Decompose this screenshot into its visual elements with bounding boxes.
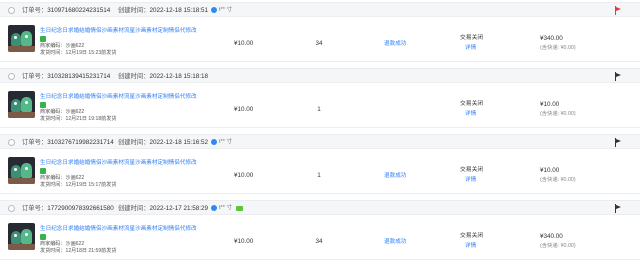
trade-status: 交易关闭 (460, 233, 484, 239)
trade-status: 交易关闭 (460, 101, 484, 107)
tag-icon (40, 234, 46, 240)
order-body: 生日纪念日求婚结婚情侣沙画素材流星沙画素材定制情侣代修改 商家编码：沙画622 … (0, 17, 640, 62)
buyer-icon (211, 205, 217, 211)
order-number: 订单号：3103281394152317​14 (22, 73, 111, 80)
buyer-name[interactable]: t** 寸 (219, 139, 232, 146)
merchant-code: 商家编码：沙画622 (40, 43, 85, 49)
select-checkbox[interactable] (8, 139, 15, 146)
ship-time: 发货时间：12月18日 21:59前发货 (40, 248, 117, 254)
tag-icon (40, 168, 46, 174)
detail-link[interactable]: 详情 (465, 177, 476, 183)
trade-status: 交易关闭 (460, 35, 484, 41)
order-number: 订单号：1772900978392661580 (22, 205, 114, 212)
created-time: 创建时间：2022-12-18 15:16:52 (118, 139, 208, 146)
product-thumbnail[interactable] (8, 157, 35, 184)
order-header: 订单号：3103281394152317​14 创建时间：2022-12-18 … (0, 68, 640, 83)
flag-icon[interactable] (614, 72, 622, 81)
quantity: 1 (317, 172, 321, 179)
select-checkbox[interactable] (8, 7, 15, 14)
total-amount: ¥340.00 (540, 35, 563, 42)
refund-status-link[interactable]: 退款成功 (384, 239, 406, 245)
product-title-link[interactable]: 生日纪念日求婚结婚情侣沙画素材流星沙画素材定制情侣代修改 (40, 28, 197, 34)
tag-icon (40, 102, 46, 108)
flag-icon[interactable] (614, 6, 622, 15)
refund-status-link[interactable]: 退款成功 (384, 173, 406, 179)
quantity: 1 (317, 106, 321, 113)
flag-icon[interactable] (614, 138, 622, 147)
select-checkbox[interactable] (8, 73, 15, 80)
product-thumbnail[interactable] (8, 91, 35, 118)
merchant-code: 商家编码：沙画622 (40, 241, 85, 247)
order-header: 订单号：3103276719982231714 创建时间：2022-12-18 … (0, 134, 640, 149)
product-title-link[interactable]: 生日纪念日求婚结婚情侣沙画素材流星沙画素材定制情侣代修改 (40, 160, 197, 166)
order-list: 订单号：3109716802242315​14 创建时间：2022-12-18 … (0, 0, 640, 266)
quantity: 34 (315, 238, 323, 245)
order-number: 订单号：3103276719982231714 (22, 139, 114, 146)
buyer-icon (211, 139, 217, 145)
shipping-fee: (含快递: ¥0.00) (540, 177, 576, 183)
member-badge-icon (236, 206, 243, 211)
flag-icon[interactable] (614, 204, 622, 213)
total-amount: ¥10.00 (540, 167, 560, 174)
product-title-link[interactable]: 生日纪念日求婚结婚情侣沙画素材流星沙画素材定制情侣代修改 (40, 226, 197, 232)
total-amount: ¥10.00 (540, 101, 560, 108)
created-time: 创建时间：2022-12-17 21:58:29 (118, 205, 208, 212)
shipping-fee: (含快递: ¥0.00) (540, 111, 576, 117)
unit-price: ¥10.00 (234, 40, 254, 47)
refund-status-link[interactable]: 退款成功 (384, 41, 406, 47)
trade-status: 交易关闭 (460, 167, 484, 173)
ship-time: 发货时间：12月21日 19:18前发货 (40, 116, 117, 122)
buyer-icon (211, 7, 217, 13)
detail-link[interactable]: 详情 (465, 45, 476, 51)
order-body: 生日纪念日求婚结婚情侣沙画素材流星沙画素材定制情侣代修改 商家编码：沙画622 … (0, 149, 640, 194)
created-time: 创建时间：2022-12-18 15:18:51 (118, 7, 208, 14)
unit-price: ¥10.00 (234, 172, 254, 179)
detail-link[interactable]: 详情 (465, 111, 476, 117)
buyer-name[interactable]: t** 寸 (219, 7, 232, 14)
order-body: 生日纪念日求婚结婚情侣沙画素材流星沙画素材定制情侣代修改 商家编码：沙画622 … (0, 215, 640, 260)
total-amount: ¥340.00 (540, 233, 563, 240)
unit-price: ¥10.00 (234, 238, 254, 245)
unit-price: ¥10.00 (234, 106, 254, 113)
quantity: 34 (315, 40, 323, 47)
order-header: 订单号：3109716802242315​14 创建时间：2022-12-18 … (0, 2, 640, 17)
order-number: 订单号：3109716802242315​14 (22, 7, 111, 14)
tag-icon (40, 36, 46, 42)
product-title-link[interactable]: 生日纪念日求婚结婚情侣沙画素材流星沙画素材定制情侣代修改 (40, 94, 197, 100)
detail-link[interactable]: 详情 (465, 243, 476, 249)
product-thumbnail[interactable] (8, 223, 35, 250)
shipping-fee: (含快递: ¥0.00) (540, 243, 576, 249)
select-checkbox[interactable] (8, 205, 15, 212)
created-time: 创建时间：2022-12-18 15:18:18 (118, 73, 208, 80)
ship-time: 发货时间：12月19日 15:23前发货 (40, 50, 117, 56)
product-thumbnail[interactable] (8, 25, 35, 52)
buyer-name[interactable]: t** 寸 (219, 205, 232, 212)
merchant-code: 商家编码：沙画622 (40, 175, 85, 181)
ship-time: 发货时间：12月19日 15:17前发货 (40, 182, 117, 188)
order-body: 生日纪念日求婚结婚情侣沙画素材流星沙画素材定制情侣代修改 商家编码：沙画622 … (0, 83, 640, 128)
shipping-fee: (含快递: ¥0.00) (540, 45, 576, 51)
merchant-code: 商家编码：沙画622 (40, 109, 85, 115)
order-header: 订单号：1772900978392661580 创建时间：2022-12-17 … (0, 200, 640, 215)
